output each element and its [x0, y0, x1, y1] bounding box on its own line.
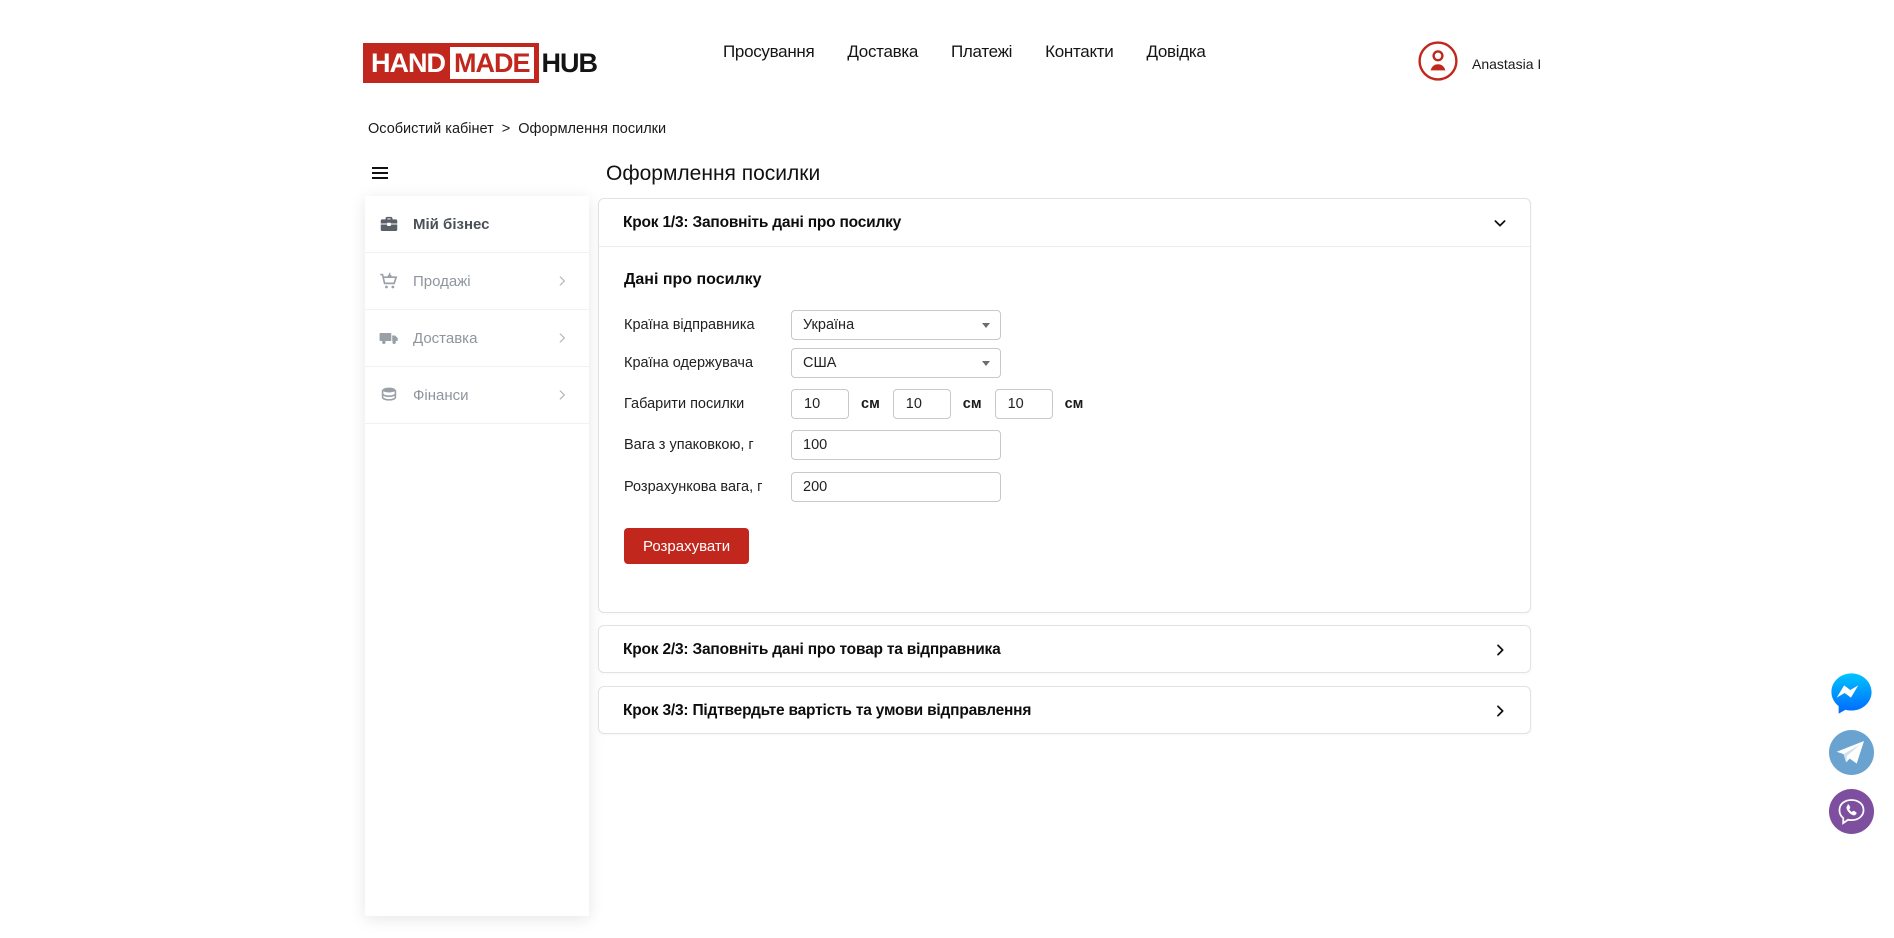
- nav-item-delivery[interactable]: Доставка: [847, 42, 918, 62]
- sidebar-item-delivery[interactable]: Доставка: [365, 310, 589, 367]
- logo[interactable]: HAND MADE HUB: [363, 43, 597, 83]
- chevron-down-icon: [1492, 215, 1508, 231]
- nav-item-promotion[interactable]: Просування: [723, 42, 814, 62]
- briefcase-icon: [378, 213, 400, 235]
- recipient-country-row: Країна одержувача США: [624, 348, 1506, 378]
- sender-country-row: Країна відправника Україна: [624, 310, 1506, 340]
- user-menu[interactable]: Anastasia I: [1418, 41, 1541, 86]
- chevron-right-icon: [1492, 703, 1508, 719]
- sidebar-item-sales[interactable]: Продажі: [365, 253, 589, 310]
- step3-title: Крок 3/3: Підтвердьте вартість та умови …: [623, 702, 1031, 720]
- nav-item-payments[interactable]: Платежі: [951, 42, 1012, 62]
- chevron-right-icon: [1492, 642, 1508, 658]
- breadcrumb-home[interactable]: Особистий кабінет: [368, 121, 494, 137]
- step1-accordion-header[interactable]: Крок 1/3: Заповніть дані про посилку: [599, 199, 1530, 247]
- parcel-data-section-title: Дані про посилку: [624, 271, 1506, 289]
- sidebar-item-label: Доставка: [413, 330, 555, 347]
- viber-button[interactable]: [1828, 788, 1875, 835]
- step2-card: Крок 2/3: Заповніть дані про товар та ві…: [598, 625, 1531, 673]
- dimension-length-input[interactable]: [791, 389, 849, 419]
- unit-cm-label: см: [1065, 396, 1084, 412]
- sidebar-item-finances[interactable]: Фінанси: [365, 367, 589, 424]
- breadcrumb: Особистий кабінет > Оформлення посилки: [368, 121, 666, 137]
- messenger-icon: [1828, 670, 1875, 717]
- packed-weight-input[interactable]: [791, 430, 1001, 460]
- telegram-icon: [1828, 729, 1875, 776]
- sidebar-item-label: Фінанси: [413, 387, 555, 404]
- logo-hub: HUB: [542, 48, 598, 79]
- user-name: Anastasia I: [1472, 56, 1541, 72]
- step1-title: Крок 1/3: Заповніть дані про посилку: [623, 214, 901, 232]
- sidebar-toggle-hamburger-icon[interactable]: [372, 167, 388, 179]
- recipient-country-select[interactable]: США: [791, 348, 1001, 378]
- telegram-button[interactable]: [1828, 729, 1875, 776]
- calculated-weight-label: Розрахункова вага, г: [624, 479, 791, 495]
- step3-accordion-header[interactable]: Крок 3/3: Підтвердьте вартість та умови …: [599, 687, 1530, 735]
- page-title: Оформлення посилки: [606, 162, 820, 186]
- step2-accordion-header[interactable]: Крок 2/3: Заповніть дані про товар та ві…: [599, 626, 1530, 674]
- coins-icon: [378, 384, 400, 406]
- select-arrow-icon: [982, 361, 990, 366]
- chevron-right-icon: [555, 274, 569, 288]
- dimensions-label: Габарити посилки: [624, 396, 791, 412]
- select-arrow-icon: [982, 323, 990, 328]
- logo-hand: HAND: [371, 48, 445, 79]
- sidebar-item-label: Продажі: [413, 273, 555, 290]
- step3-card: Крок 3/3: Підтвердьте вартість та умови …: [598, 686, 1531, 734]
- unit-cm-label: см: [963, 396, 982, 412]
- dimension-height-input[interactable]: [995, 389, 1053, 419]
- sidebar-item-my-business[interactable]: Мій бізнес: [365, 196, 589, 253]
- sidebar: Мій бізнес Продажі Доставка Фінанси: [365, 196, 589, 916]
- viber-icon: [1828, 788, 1875, 835]
- floating-social-buttons: [1828, 670, 1875, 835]
- logo-red-box: HAND MADE: [363, 43, 539, 83]
- dimensions-row: Габарити посилки см см см: [624, 389, 1506, 419]
- calculated-weight-row: Розрахункова вага, г: [624, 472, 1506, 502]
- main-nav: Просування Доставка Платежі Контакти Дов…: [723, 0, 1206, 104]
- unit-cm-label: см: [861, 396, 880, 412]
- messenger-button[interactable]: [1828, 670, 1875, 717]
- recipient-country-label: Країна одержувача: [624, 355, 791, 371]
- nav-item-contacts[interactable]: Контакти: [1045, 42, 1113, 62]
- chevron-right-icon: [555, 388, 569, 402]
- sidebar-item-label: Мій бізнес: [413, 216, 569, 233]
- recipient-country-value: США: [803, 355, 836, 371]
- logo-made: MADE: [450, 47, 534, 79]
- truck-icon: [378, 327, 400, 349]
- chevron-right-icon: [555, 331, 569, 345]
- user-avatar-icon: [1418, 41, 1458, 86]
- step1-body: Дані про посилку Країна відправника Укра…: [599, 247, 1530, 564]
- sender-country-value: Україна: [803, 317, 854, 333]
- packed-weight-row: Вага з упаковкою, г: [624, 430, 1506, 460]
- step2-title: Крок 2/3: Заповніть дані про товар та ві…: [623, 641, 1001, 659]
- breadcrumb-separator: >: [502, 121, 510, 137]
- sender-country-select[interactable]: Україна: [791, 310, 1001, 340]
- cart-icon: [378, 270, 400, 292]
- sender-country-label: Країна відправника: [624, 317, 791, 333]
- packed-weight-label: Вага з упаковкою, г: [624, 437, 791, 453]
- step1-card: Крок 1/3: Заповніть дані про посилку Дан…: [598, 198, 1531, 613]
- dimension-width-input[interactable]: [893, 389, 951, 419]
- calculate-button[interactable]: Розрахувати: [624, 528, 749, 564]
- calculated-weight-input[interactable]: [791, 472, 1001, 502]
- nav-item-help[interactable]: Довідка: [1146, 42, 1205, 62]
- breadcrumb-current[interactable]: Оформлення посилки: [518, 121, 666, 137]
